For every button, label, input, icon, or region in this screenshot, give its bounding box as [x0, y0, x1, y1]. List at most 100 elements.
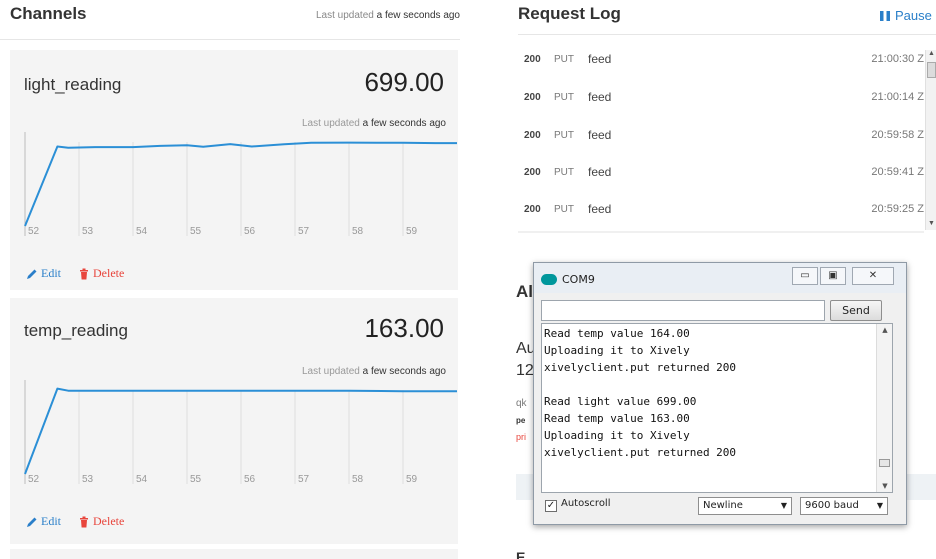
channel-actions: Edit Delete [26, 514, 124, 532]
log-row[interactable]: 200 PUT feed 21:00:14 Z [518, 90, 924, 110]
delete-channel-button[interactable]: Delete [78, 514, 124, 529]
log-status: 200 [524, 167, 541, 178]
serial-output-line: Uploading it to Xively [544, 344, 690, 357]
scroll-down-arrow-icon[interactable]: ▼ [926, 220, 936, 230]
autoscroll-checkbox[interactable]: ✓ [545, 500, 557, 512]
minimize-button[interactable]: ▭ [792, 267, 818, 285]
channels-last-updated-label: Last updated [316, 10, 374, 21]
log-status: 200 [524, 130, 541, 141]
x-tick-label: 59 [406, 226, 418, 237]
baud-rate-value: 9600 baud [805, 500, 859, 511]
scroll-up-arrow-icon[interactable]: ▲ [877, 326, 892, 334]
scroll-up-arrow-icon[interactable]: ▲ [926, 50, 936, 60]
light-reading-chart: 52 53 54 55 56 57 58 59 [24, 130, 458, 238]
x-tick-label: 58 [352, 226, 364, 237]
serial-output-line: xivelyclient.put returned 200 [544, 446, 737, 459]
channel-name[interactable]: temp_reading [24, 321, 128, 341]
channel-last-updated-value: a few seconds ago [362, 118, 446, 129]
scroll-thumb[interactable] [879, 459, 890, 467]
log-row[interactable]: 200 PUT feed 21:00:30 Z [518, 52, 924, 72]
baud-rate-select[interactable]: 9600 baud ▼ [800, 497, 888, 515]
channel-last-updated-label: Last updated [302, 366, 360, 377]
channel-name[interactable]: light_reading [24, 75, 121, 95]
log-row[interactable]: 200 PUT feed 20:59:58 Z [518, 128, 924, 148]
request-log-scrollbar[interactable]: ▲ ▼ [925, 50, 936, 230]
dropdown-arrow-icon: ▼ [780, 501, 787, 510]
channel-last-updated: Last updated a few seconds ago [302, 118, 446, 129]
pause-icon [880, 11, 890, 21]
x-tick-label: 53 [82, 474, 94, 485]
log-method: PUT [554, 204, 574, 215]
request-log-title: Request Log [518, 4, 621, 23]
partial-link[interactable]: pri [516, 432, 526, 442]
delete-label: Delete [93, 514, 125, 528]
serial-monitor-titlebar[interactable]: COM9 ▭ ▣ ✕ [534, 263, 906, 293]
log-method: PUT [554, 130, 574, 141]
log-path: feed [588, 52, 612, 66]
request-log-bottom-border [518, 231, 924, 233]
serial-send-input[interactable] [541, 300, 825, 321]
pause-button[interactable]: Pause [880, 8, 932, 23]
x-tick-label: 54 [136, 226, 148, 237]
log-status: 200 [524, 54, 541, 65]
edit-label: Edit [41, 514, 61, 528]
trash-icon [80, 268, 88, 279]
x-tick-label: 52 [28, 474, 40, 485]
log-row[interactable]: 200 PUT feed 20:59:25 Z [518, 202, 924, 222]
channel-current-value: 163.00 [364, 313, 444, 343]
serial-output-pane[interactable]: Read temp value 164.00 Uploading it to X… [541, 323, 893, 493]
x-tick-label: 56 [244, 226, 256, 237]
channel-card-partial [10, 549, 458, 559]
delete-channel-button[interactable]: Delete [78, 266, 124, 281]
x-tick-label: 59 [406, 474, 418, 485]
x-tick-label: 55 [190, 474, 202, 485]
channel-last-updated-value: a few seconds ago [362, 366, 446, 377]
log-row[interactable]: 200 PUT feed 20:59:41 Z [518, 165, 924, 185]
channel-current-value: 699.00 [364, 67, 444, 97]
log-time: 20:59:41 Z [871, 166, 924, 178]
temp-reading-chart-svg: 52 53 54 55 56 57 58 59 [24, 380, 457, 485]
channels-last-updated-value: a few seconds ago [376, 10, 460, 21]
pencil-icon [27, 517, 37, 527]
temp-reading-chart: 52 53 54 55 56 57 58 59 [24, 378, 458, 486]
x-tick-label: 54 [136, 474, 148, 485]
maximize-button[interactable]: ▣ [820, 267, 846, 285]
trash-icon [80, 516, 88, 527]
log-method: PUT [554, 92, 574, 103]
dropdown-arrow-icon: ▼ [876, 501, 883, 510]
log-path: feed [588, 202, 612, 216]
log-method: PUT [554, 167, 574, 178]
x-tick-label: 55 [190, 226, 202, 237]
log-path: feed [588, 128, 612, 142]
partial-text: pe [516, 416, 526, 425]
serial-output-line: Read temp value 163.00 [544, 412, 690, 425]
serial-monitor-window: COM9 ▭ ▣ ✕ Send Read temp value 164.00 U… [533, 262, 907, 525]
edit-channel-button[interactable]: Edit [26, 266, 61, 281]
log-status: 200 [524, 92, 541, 103]
x-tick-label: 57 [298, 226, 310, 237]
request-log-divider [518, 34, 936, 35]
line-ending-select[interactable]: Newline ▼ [698, 497, 792, 515]
serial-output-line: Read light value 699.00 [544, 395, 697, 408]
arduino-infinity-icon [541, 274, 557, 285]
scroll-down-arrow-icon[interactable]: ▼ [877, 482, 892, 490]
log-time: 20:59:58 Z [871, 129, 924, 141]
pause-label: Pause [895, 8, 932, 23]
request-log-list: 200 PUT feed 21:00:30 Z 200 PUT feed 21:… [518, 38, 924, 228]
scroll-thumb[interactable] [927, 62, 936, 78]
log-method: PUT [554, 54, 574, 65]
line-ending-value: Newline [703, 500, 743, 511]
log-status: 200 [524, 204, 541, 215]
serial-output-scrollbar[interactable]: ▲ ▼ [876, 324, 892, 492]
serial-output-lines: Read temp value 164.00 Uploading it to X… [544, 325, 736, 461]
channel-card-light-reading: light_reading 699.00 Last updated a few … [10, 50, 458, 290]
delete-label: Delete [93, 266, 125, 280]
close-button[interactable]: ✕ [852, 267, 894, 285]
partial-section-heading: E [516, 549, 526, 559]
edit-channel-button[interactable]: Edit [26, 514, 61, 529]
serial-monitor-title: COM9 [562, 273, 595, 286]
x-tick-label: 57 [298, 474, 310, 485]
channel-card-temp-reading: temp_reading 163.00 Last updated a few s… [10, 298, 458, 544]
send-button[interactable]: Send [830, 300, 882, 321]
x-tick-label: 56 [244, 474, 256, 485]
